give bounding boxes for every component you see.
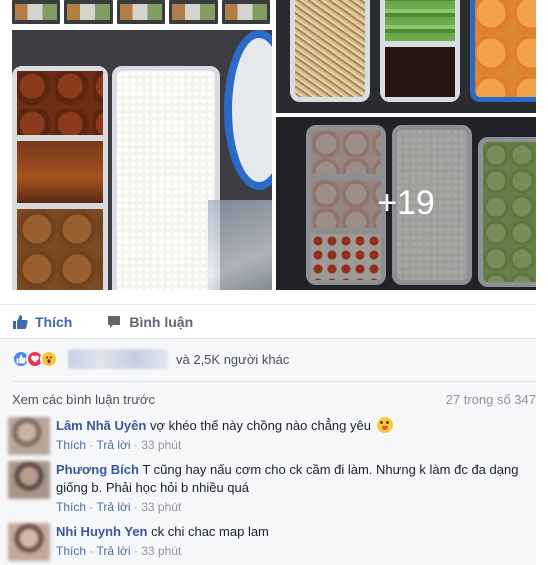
avatar[interactable]: [8, 523, 50, 561]
thumbnail[interactable]: [64, 0, 113, 24]
more-photos-count[interactable]: +19: [276, 117, 536, 290]
photo-noodle-boxes[interactable]: [276, 0, 536, 113]
commenter-name[interactable]: Nhi Huynh Yen: [56, 524, 148, 539]
reaction-others-text[interactable]: và 2,5K người khác: [176, 352, 289, 367]
facebook-post: +19 Thích Bình luận và 2,5K người khác X…: [0, 0, 548, 565]
comment-time[interactable]: 33 phút: [141, 544, 181, 558]
comment-text: vợ khéo thế này chồng nào chẳng yêu: [149, 418, 371, 433]
comment-body: Lâm Nhã Uyên vợ khéo thế này chồng nào c…: [56, 417, 524, 454]
comment-like-link[interactable]: Thích: [56, 544, 86, 558]
comment-reply-link[interactable]: Trả lời: [96, 438, 130, 452]
comment-reply-link[interactable]: Trả lời: [96, 500, 130, 514]
comment-like-link[interactable]: Thích: [56, 438, 86, 452]
comment-time[interactable]: 33 phút: [141, 500, 181, 514]
like-button[interactable]: Thích: [12, 314, 72, 330]
comment-bubble-icon: [108, 315, 121, 328]
like-label: Thích: [35, 313, 73, 330]
photo-gallery: +19: [0, 0, 548, 300]
thumbnail[interactable]: [12, 0, 61, 24]
main-photo-lunchbox[interactable]: [12, 30, 272, 290]
comment-meta: Thích · Trả lời · 33 phút: [56, 438, 182, 452]
comment-meta: Thích · Trả lời · 33 phút: [56, 544, 182, 558]
comment-reply-link[interactable]: Trả lời: [96, 544, 130, 558]
photo-strip[interactable]: [12, 0, 271, 24]
comment-text: ck chi chac map lam: [151, 524, 269, 539]
comment-label: Bình luận: [129, 313, 194, 330]
divider: [12, 381, 536, 382]
thumbs-up-icon: [13, 314, 28, 329]
thumbnail[interactable]: [169, 0, 218, 24]
comment-time[interactable]: 33 phút: [141, 438, 181, 452]
reactor-names-blurred[interactable]: [68, 349, 168, 369]
comment-body: Phương Bích T cũng hay nấu cơm cho ck cầ…: [56, 461, 524, 516]
comment-button[interactable]: Bình luận: [106, 314, 193, 330]
comment-body: Nhi Huynh Yen ck chi chac map lam Thích …: [56, 523, 524, 560]
commenter-name[interactable]: Lâm Nhã Uyên: [56, 418, 146, 433]
thumbnail[interactable]: [221, 0, 271, 24]
comment-meta: Thích · Trả lời · 33 phút: [56, 500, 182, 514]
wow-icon: [40, 350, 58, 368]
reaction-summary[interactable]: và 2,5K người khác: [12, 348, 289, 370]
thumbnail[interactable]: [116, 0, 166, 24]
avatar[interactable]: [8, 417, 50, 455]
photo-more-boxes[interactable]: +19: [276, 117, 536, 290]
commenter-name[interactable]: Phương Bích: [56, 462, 139, 477]
comment-count: 27 trong số 347: [445, 392, 536, 407]
avatar[interactable]: [8, 461, 50, 499]
comments-section: và 2,5K người khác Xem các bình luận trư…: [0, 338, 536, 565]
view-previous-comments-link[interactable]: Xem các bình luận trước: [12, 392, 155, 407]
post-actions: Thích Bình luận: [0, 304, 536, 338]
comment-like-link[interactable]: Thích: [56, 500, 86, 514]
tongue-emoji-icon: [376, 417, 393, 433]
